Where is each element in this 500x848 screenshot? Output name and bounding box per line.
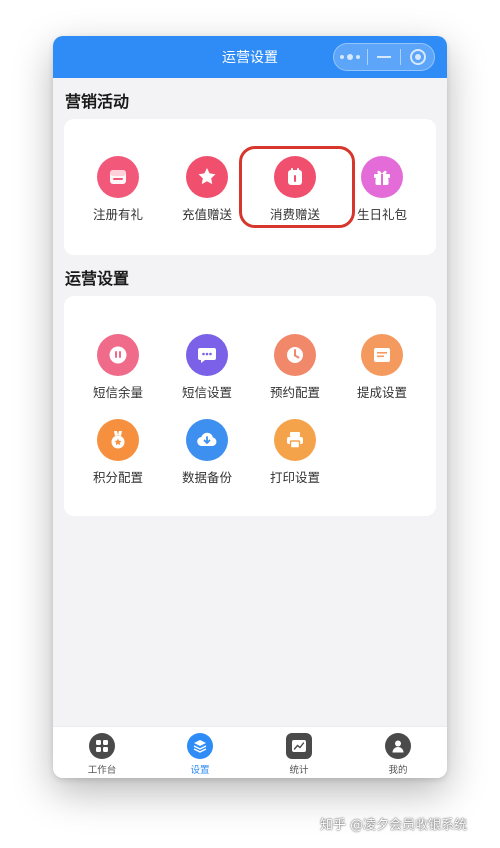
more-dots-icon: [340, 54, 361, 60]
commission-list-icon: [361, 334, 403, 376]
tab-label: 工作台: [87, 765, 117, 776]
phone-frame: 运营设置 营销活动 注册有礼 充值赠送 消费赠送 生日礼包 运营设置 短信余量 …: [53, 36, 447, 778]
marketing-item-label: 注册有礼: [92, 207, 143, 222]
minus-icon: [377, 56, 391, 58]
tab-statistics[interactable]: 统计: [259, 733, 339, 776]
operations-item-label: 打印设置: [269, 470, 320, 485]
gift-box-icon: [361, 156, 403, 198]
medal-icon: [97, 419, 139, 461]
mini-program-capsule: [333, 43, 435, 71]
tab-label: 我的: [388, 765, 408, 776]
operations-item-points-config[interactable]: 积分配置: [78, 419, 158, 486]
operations-item-label: 提成设置: [356, 385, 407, 400]
operations-item-data-backup[interactable]: 数据备份: [167, 419, 247, 486]
tab-mine[interactable]: 我的: [358, 733, 438, 776]
more-button[interactable]: [334, 44, 367, 70]
operations-item-booking-config[interactable]: 预约配置: [255, 334, 335, 401]
star-badge-icon: [186, 156, 228, 198]
tab-label: 设置: [190, 765, 210, 776]
marketing-item-recharge-gift[interactable]: 充值赠送: [167, 156, 247, 223]
operations-item-label: 预约配置: [269, 385, 320, 400]
navigation-bar: 运营设置: [53, 36, 447, 78]
operations-item-sms-balance[interactable]: 短信余量: [78, 334, 158, 401]
tab-workbench[interactable]: 工作台: [62, 733, 142, 776]
minimize-button[interactable]: [368, 44, 401, 70]
operations-item-label: 积分配置: [92, 470, 143, 485]
marketing-section-title: 营销活动: [65, 92, 130, 111]
operations-section-title: 运营设置: [65, 269, 130, 288]
register-gift-icon: [97, 156, 139, 198]
operations-item-print-settings[interactable]: 打印设置: [255, 419, 335, 486]
grid-icon: [89, 733, 115, 759]
clock-icon: [274, 334, 316, 376]
close-button[interactable]: [401, 44, 434, 70]
printer-icon: [274, 419, 316, 461]
operations-item-label: 数据备份: [181, 470, 232, 485]
watermark: 知乎 @凌夕会员收银系统: [320, 818, 468, 833]
marketing-item-label: 充值赠送: [181, 207, 232, 222]
target-close-icon: [409, 49, 426, 65]
operations-card: 短信余量 短信设置 预约配置 提成设置 积分配置 数据备份 打印设置: [64, 296, 436, 516]
cloud-download-icon: [186, 419, 228, 461]
operations-item-sms-settings[interactable]: 短信设置: [167, 334, 247, 401]
tab-bar: 工作台 设置 统计 我的: [53, 726, 447, 778]
sms-balance-icon: [97, 334, 139, 376]
highlight-annotation: [239, 146, 355, 228]
marketing-item-register-gift[interactable]: 注册有礼: [78, 156, 158, 223]
message-icon: [186, 334, 228, 376]
chart-icon: [286, 733, 312, 759]
tab-settings[interactable]: 设置: [160, 733, 240, 776]
operations-item-label: 短信余量: [92, 385, 143, 400]
layers-icon: [187, 733, 213, 759]
user-icon: [385, 733, 411, 759]
operations-item-commission-settings[interactable]: 提成设置: [342, 334, 422, 401]
operations-item-label: 短信设置: [181, 385, 232, 400]
tab-label: 统计: [289, 765, 309, 776]
